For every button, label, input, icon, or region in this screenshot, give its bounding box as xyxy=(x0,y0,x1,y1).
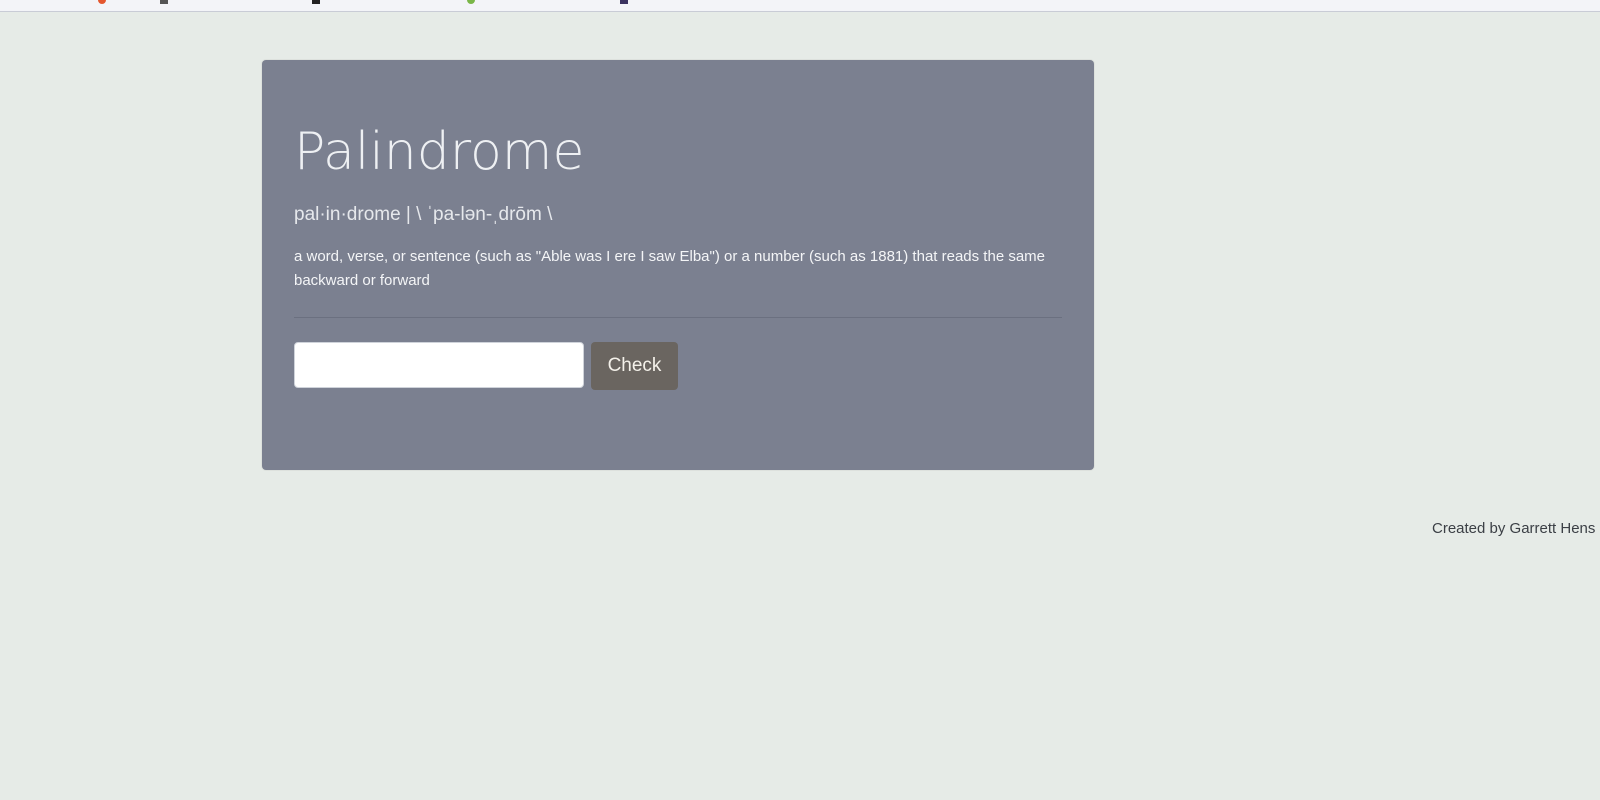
divider xyxy=(294,317,1062,318)
bookmark-icon[interactable] xyxy=(312,0,320,4)
bookmark-icon[interactable] xyxy=(98,0,106,4)
bookmark-icon[interactable] xyxy=(160,0,168,4)
pronunciation-text: pal·in·drome | \ ˈpa-lən-ˌdrōm \ xyxy=(294,204,553,225)
palindrome-card: Palindrome pal·in·drome | \ ˈpa-lən-ˌdrō… xyxy=(262,60,1094,470)
definition-text: a word, verse, or sentence (such as "Abl… xyxy=(294,248,1046,289)
browser-bookmarks-strip xyxy=(0,0,1600,12)
footer-credit: Created by Garrett Hens xyxy=(1432,520,1596,537)
page-title: Palindrome xyxy=(294,122,585,182)
bookmark-icon[interactable] xyxy=(467,0,475,4)
bookmark-icon[interactable] xyxy=(620,0,628,4)
palindrome-input[interactable] xyxy=(294,342,584,388)
check-button[interactable]: Check xyxy=(591,342,678,390)
